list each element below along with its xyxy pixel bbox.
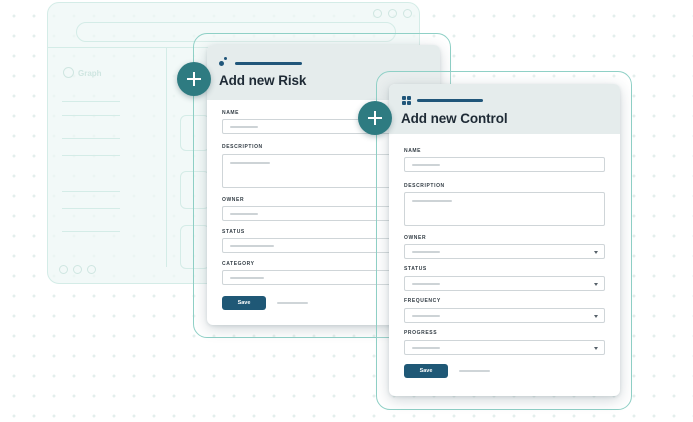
- risk-status-label: STATUS: [222, 229, 245, 235]
- background-nav-line: [62, 208, 120, 209]
- risk-cancel-link[interactable]: [277, 302, 308, 304]
- window-control-icon: [403, 9, 412, 18]
- control-form-title: Add new Control: [401, 111, 508, 126]
- control-owner-select[interactable]: [404, 244, 605, 259]
- chevron-down-icon: [594, 251, 598, 254]
- risk-save-button[interactable]: Save: [222, 296, 266, 310]
- control-progress-label: PROGRESS: [404, 330, 438, 336]
- background-logo-icon: [63, 67, 74, 78]
- window-control-icon: [388, 9, 397, 18]
- background-nav-line: [62, 115, 120, 116]
- risk-header-accent-line: [235, 62, 302, 65]
- background-nav-line: [62, 155, 120, 156]
- placeholder-line: [412, 347, 440, 349]
- control-form-card: Add new Control NAME DESCRIPTION OWNER S…: [389, 84, 620, 396]
- background-nav-line: [62, 191, 120, 192]
- background-control-icon: [59, 265, 68, 274]
- background-nav-line: [62, 101, 120, 102]
- risk-owner-label: OWNER: [222, 197, 245, 203]
- control-status-label: STATUS: [404, 266, 427, 272]
- placeholder-line: [230, 162, 270, 164]
- placeholder-line: [412, 315, 440, 317]
- control-name-label: NAME: [404, 148, 422, 154]
- placeholder-line: [412, 164, 440, 166]
- risk-dots-icon: [219, 57, 233, 67]
- control-frequency-select[interactable]: [404, 308, 605, 323]
- background-control-icon: [73, 265, 82, 274]
- background-nav-line: [62, 138, 120, 139]
- chevron-down-icon: [594, 347, 598, 350]
- control-owner-label: OWNER: [404, 235, 427, 241]
- add-risk-plus-icon[interactable]: [177, 62, 211, 96]
- control-header-accent-line: [417, 99, 483, 102]
- placeholder-line: [412, 251, 440, 253]
- placeholder-line: [230, 126, 258, 128]
- placeholder-line: [230, 277, 264, 279]
- chevron-down-icon: [594, 315, 598, 318]
- illustration-stage: Graph Add new Risk NAME DESCRIPTION OWNE…: [0, 0, 693, 422]
- control-description-textarea[interactable]: [404, 192, 605, 226]
- placeholder-line: [230, 245, 274, 247]
- placeholder-line: [412, 200, 452, 202]
- background-control-icon: [87, 265, 96, 274]
- risk-form-title: Add new Risk: [219, 73, 307, 88]
- control-save-button[interactable]: Save: [404, 364, 448, 378]
- placeholder-line: [230, 213, 258, 215]
- control-status-select[interactable]: [404, 276, 605, 291]
- background-column-divider: [166, 47, 167, 267]
- risk-name-label: NAME: [222, 110, 240, 116]
- control-progress-select[interactable]: [404, 340, 605, 355]
- background-nav-line: [62, 231, 120, 232]
- placeholder-line: [412, 283, 440, 285]
- window-control-icon: [373, 9, 382, 18]
- control-form-header: Add new Control: [389, 84, 620, 134]
- risk-category-label: CATEGORY: [222, 261, 255, 267]
- risk-description-label: DESCRIPTION: [222, 144, 263, 150]
- background-brand-label: Graph: [78, 69, 102, 78]
- control-grid-icon: [402, 96, 412, 106]
- control-name-input[interactable]: [404, 157, 605, 172]
- control-description-label: DESCRIPTION: [404, 183, 445, 189]
- control-cancel-link[interactable]: [459, 370, 490, 372]
- add-control-plus-icon[interactable]: [358, 101, 392, 135]
- control-frequency-label: FREQUENCY: [404, 298, 441, 304]
- chevron-down-icon: [594, 283, 598, 286]
